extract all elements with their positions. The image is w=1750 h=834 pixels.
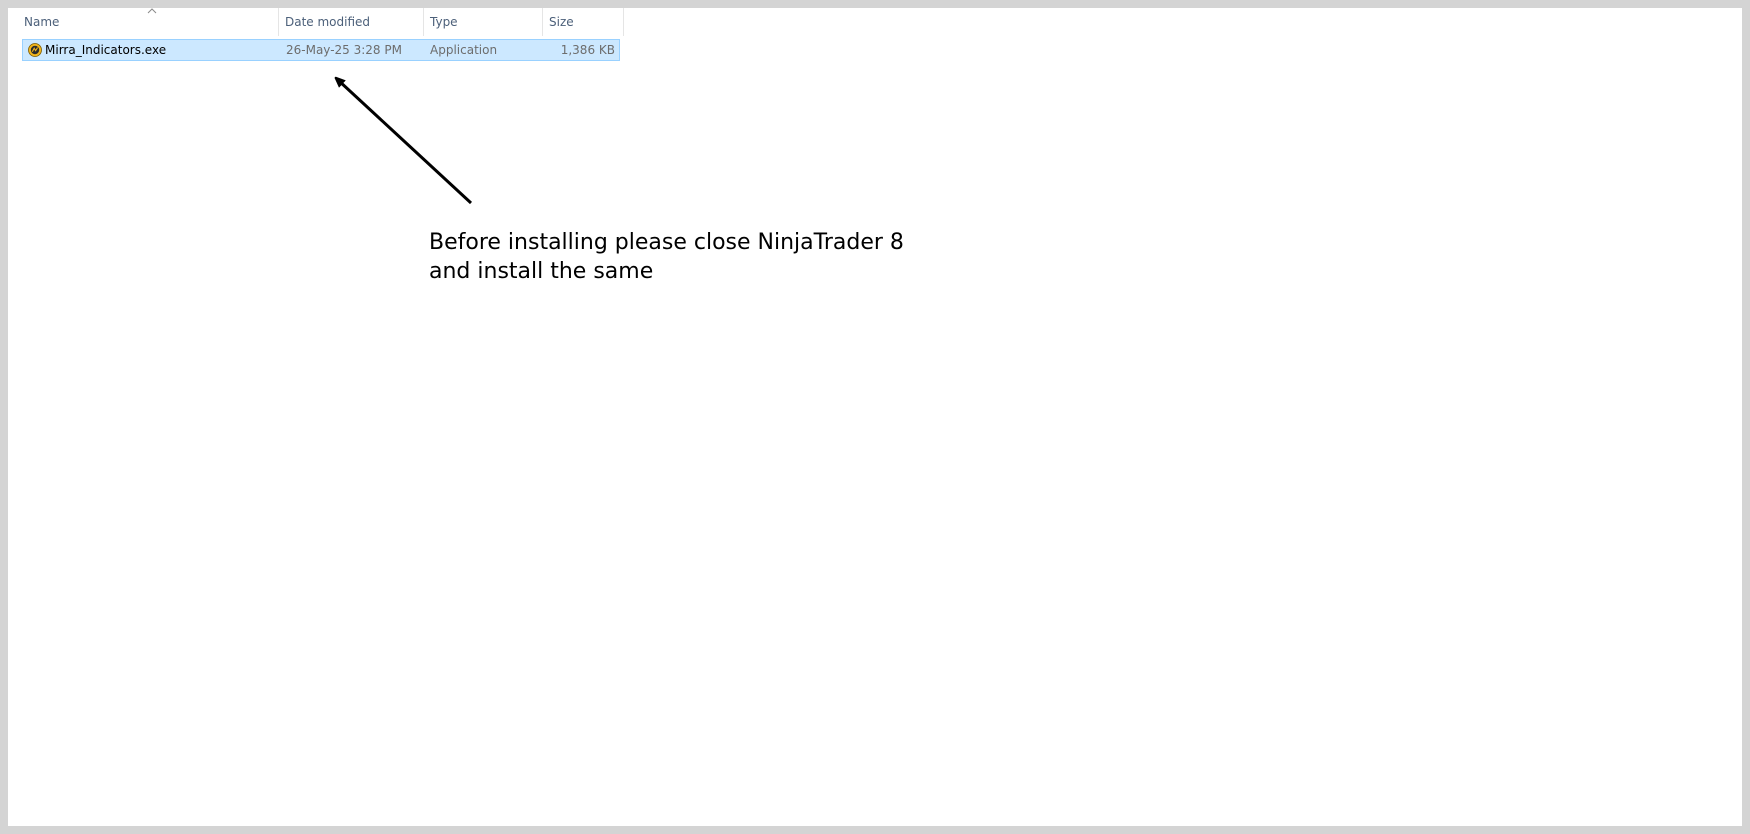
column-divider[interactable] — [623, 8, 624, 36]
instruction-note: Before installing please close NinjaTrad… — [429, 228, 904, 286]
file-explorer-window: Name Date modified Type Size Mirra_Indic… — [8, 8, 1742, 826]
annotation-arrow — [8, 8, 473, 205]
ninjatrader-app-icon — [28, 43, 42, 57]
column-header-date-modified[interactable]: Date modified — [279, 8, 422, 36]
file-row-selected[interactable]: Mirra_Indicators.exe 26-May-25 3:28 PM A… — [22, 39, 620, 61]
instruction-line-1: Before installing please close NinjaTrad… — [429, 230, 904, 255]
column-header-name[interactable]: Name — [18, 8, 273, 36]
instruction-line-2: and install the same — [429, 259, 654, 284]
column-header-size[interactable]: Size — [543, 8, 623, 36]
column-header-row: Name Date modified Type Size — [8, 8, 624, 36]
file-type: Application — [430, 43, 498, 57]
file-name[interactable]: Mirra_Indicators.exe — [45, 40, 166, 60]
file-date-modified: 26-May-25 3:28 PM — [286, 43, 402, 57]
file-size: 1,386 KB — [560, 43, 615, 57]
column-header-type[interactable]: Type — [424, 8, 542, 36]
